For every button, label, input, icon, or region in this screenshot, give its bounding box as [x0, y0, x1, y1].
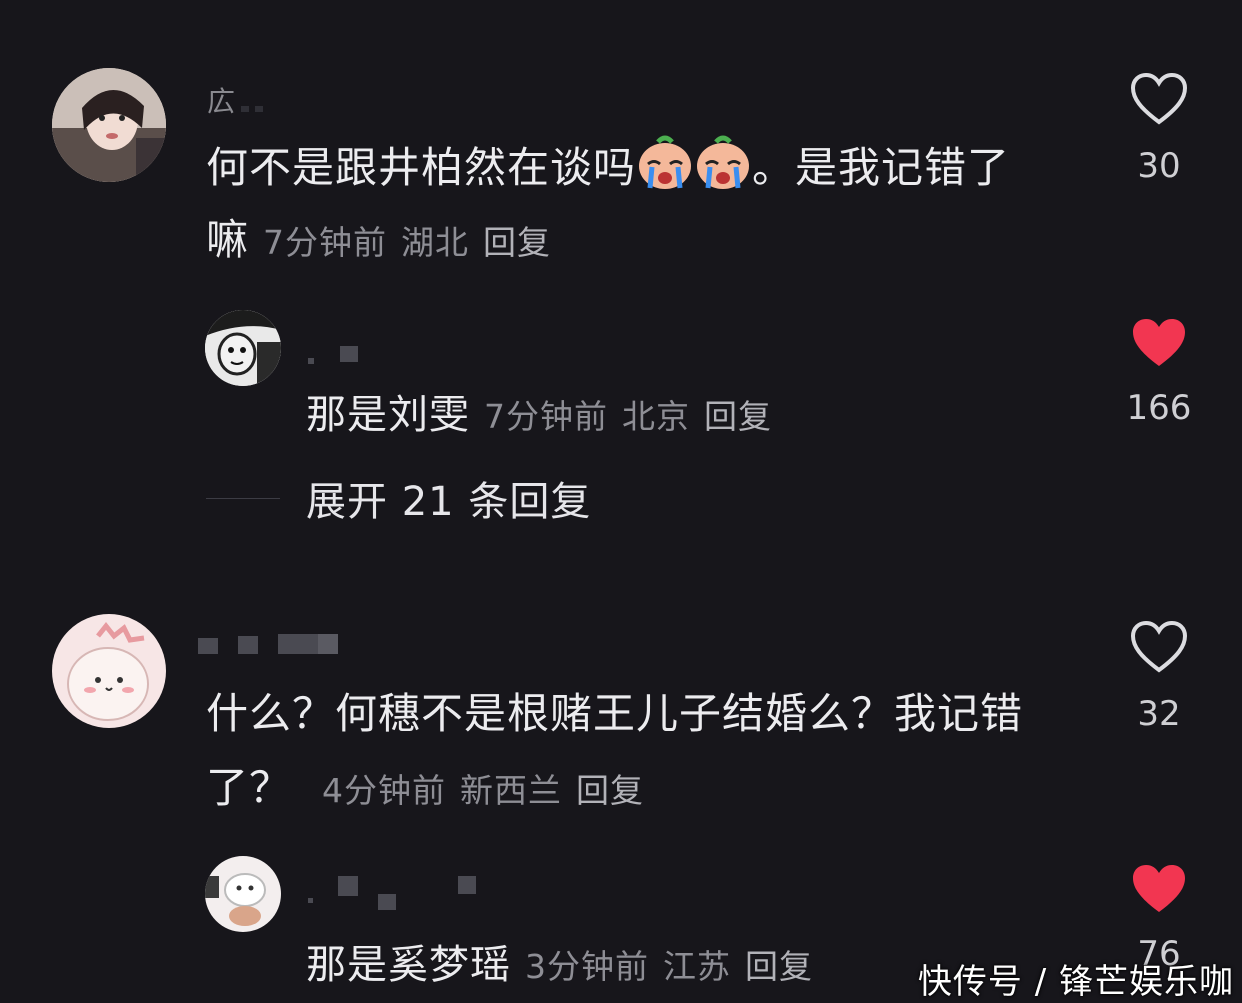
heart-icon — [1130, 72, 1188, 125]
comment-item: 什么？何穗不是根赌王儿子结婚么？我记错 了？ 4分钟前 新西兰 回复 32 — [0, 600, 1242, 840]
comment-location: 新西兰 — [460, 771, 563, 810]
reply-button[interactable]: 回复 — [576, 764, 644, 812]
reply-row: 那是刘雯 7分钟前 北京 回复 — [306, 382, 786, 440]
reply-button[interactable]: 回复 — [745, 940, 813, 988]
like-button[interactable] — [1130, 620, 1188, 674]
avatar[interactable] — [52, 614, 166, 728]
reply-text: 那是奚梦瑶 — [306, 942, 511, 988]
crying-face-emoji — [636, 134, 694, 208]
avatar[interactable] — [205, 310, 281, 386]
divider — [206, 497, 280, 499]
comment-text: 什么？何穗不是根赌王儿子结婚么？我记错 — [206, 689, 1024, 738]
comment-meta: 嘛 7分钟前 湖北 回复 — [206, 208, 565, 272]
like-count: 30 — [1137, 146, 1181, 186]
username[interactable]: 広 — [207, 82, 264, 118]
crying-face-emoji — [694, 134, 752, 208]
comment-item: 広 何不是跟井柏然在谈吗 。是我记错了 嘛 7分钟前 湖北 回复 30 — [0, 0, 1242, 290]
heart-icon — [1130, 620, 1188, 673]
like-count: 166 — [1126, 388, 1192, 428]
reply-button[interactable]: 回复 — [704, 390, 772, 438]
reply-location: 江苏 — [663, 947, 731, 986]
comment-time: 4分钟前 — [322, 771, 447, 810]
comment-time: 7分钟前 — [263, 223, 388, 262]
expand-replies-label: 展开 21 条回复 — [306, 479, 592, 525]
username-fragment: 広 — [207, 85, 236, 118]
reply-row: 那是奚梦瑶 3分钟前 江苏 回复 — [306, 932, 827, 990]
expand-replies-button[interactable]: 展开 21 条回复 — [206, 470, 591, 526]
like-count: 32 — [1137, 694, 1181, 734]
reply-item: 那是刘雯 7分钟前 北京 回复 166 — [0, 290, 1242, 440]
avatar[interactable] — [205, 856, 281, 932]
comment-text-line2: 了？ — [206, 763, 293, 812]
comment-location: 湖北 — [401, 223, 470, 262]
heart-filled-icon — [1133, 319, 1185, 366]
reply-time: 7分钟前 — [484, 397, 608, 436]
comment-text: 何不是跟井柏然在谈吗 。是我记错了 — [206, 134, 1086, 208]
reply-location: 北京 — [622, 397, 690, 436]
comment-meta: 了？ 4分钟前 新西兰 回复 — [206, 756, 658, 820]
avatar[interactable] — [52, 68, 166, 182]
heart-filled-icon — [1133, 865, 1185, 912]
like-button[interactable] — [1130, 316, 1188, 370]
like-button[interactable] — [1130, 862, 1188, 916]
like-button[interactable] — [1130, 72, 1188, 126]
comment-text-line2: 嘛 — [206, 215, 250, 264]
reply-text: 那是刘雯 — [306, 392, 470, 438]
reply-button[interactable]: 回复 — [483, 216, 551, 264]
watermark: 快传号 / 锋芒娱乐咖 — [917, 962, 1234, 1002]
reply-time: 3分钟前 — [525, 947, 649, 986]
